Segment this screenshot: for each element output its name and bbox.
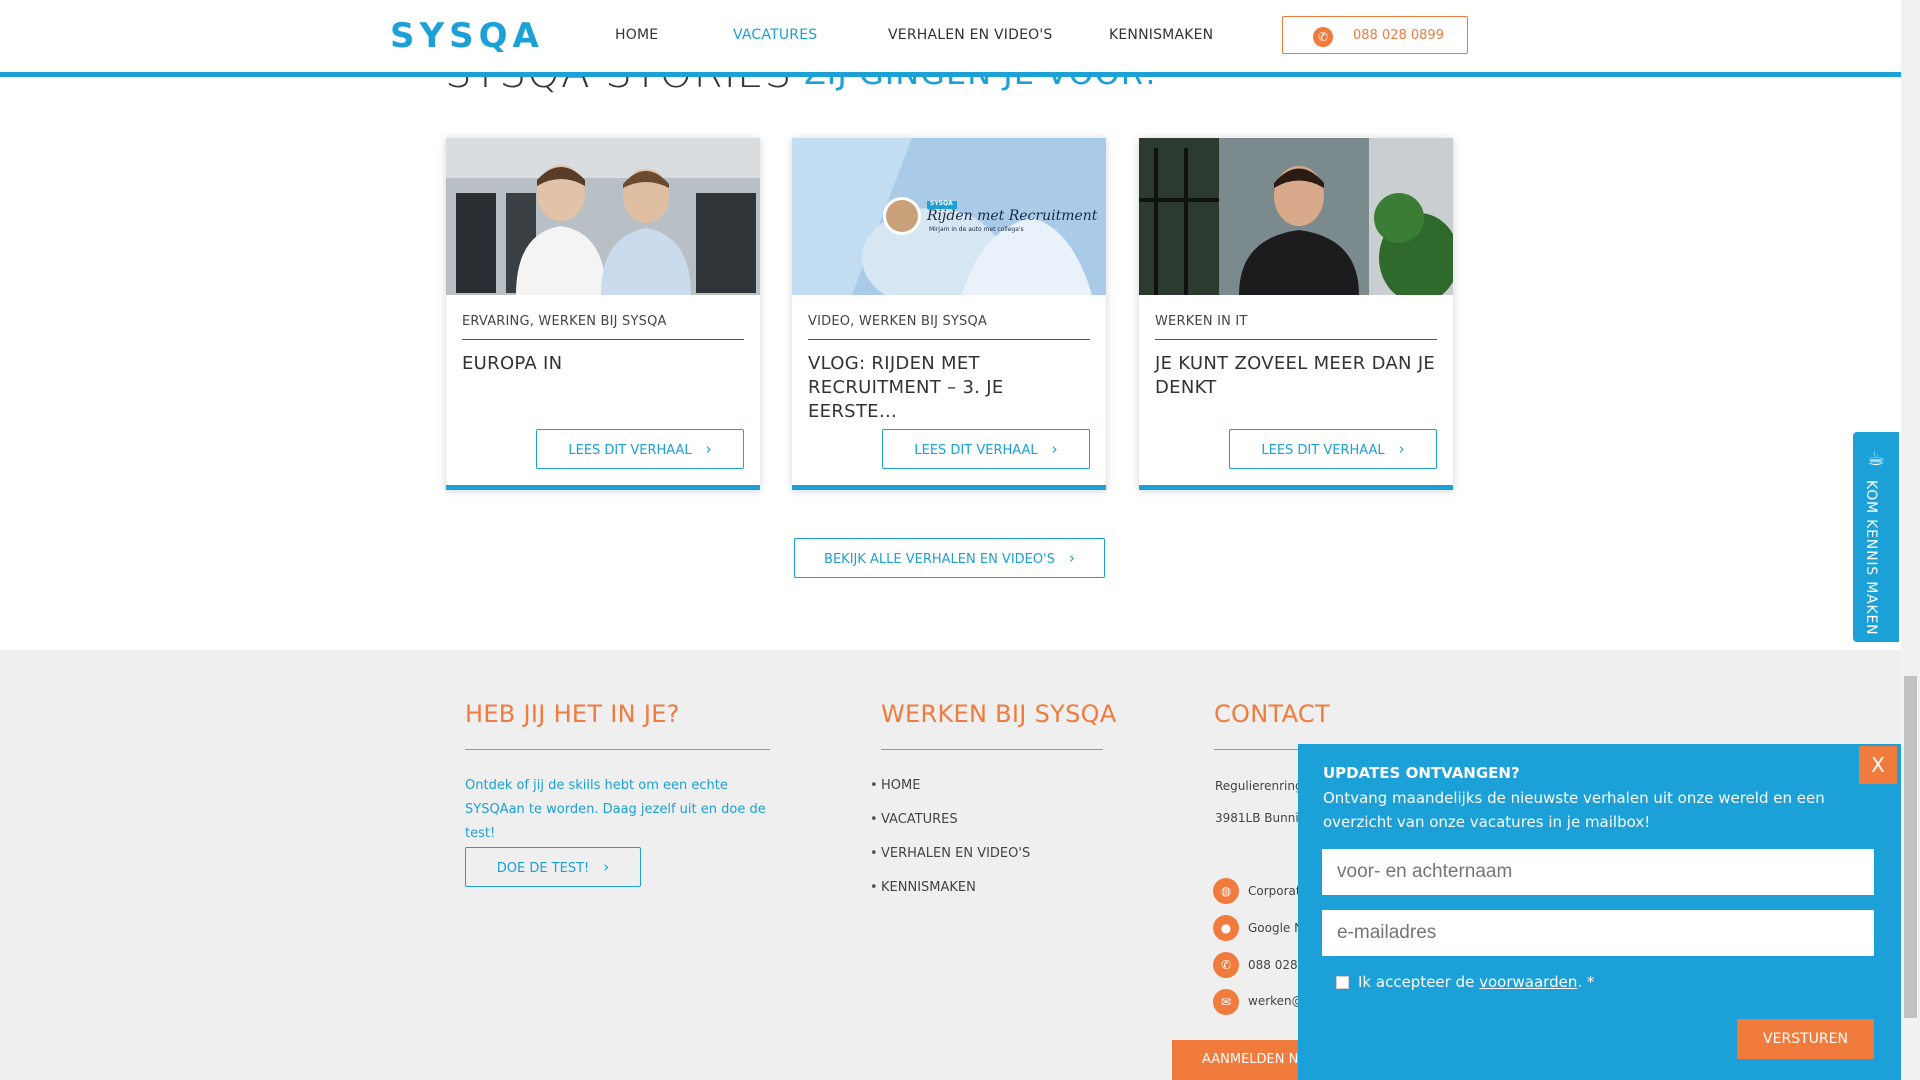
globe-icon: ◍ — [1213, 878, 1239, 904]
site-header: SYSQA HOME VACATURES VERHALEN EN VIDEO'S… — [0, 0, 1901, 77]
coffee-cup-icon: ☕ — [1867, 446, 1885, 470]
chevron-right-icon: › — [705, 440, 712, 458]
video-brand: SYSQA — [930, 200, 953, 207]
contact-phone[interactable]: 088 028 — [1248, 958, 1298, 972]
story-title[interactable]: VLOG: RIJDEN MET RECRUITMENT – 3. JE EER… — [808, 352, 1090, 424]
accept-prefix: Ik accepteer de — [1358, 973, 1480, 991]
story-video-thumbnail[interactable]: SYSQA Rijden met Recruitment Mirjam in d… — [792, 138, 1106, 295]
story-photo[interactable] — [446, 138, 760, 295]
nav-verhalen[interactable]: VERHALEN EN VIDEO'S — [888, 27, 1052, 43]
video-overlay-subtitle: Mirjam in de auto met collega's — [929, 226, 1024, 233]
kom-kennis-maken-tab[interactable]: ☕ KOM KENNIS MAKEN — [1853, 432, 1899, 642]
footer-heading-werken: WERKEN BIJ SYSQA — [881, 700, 1117, 728]
accept-suffix: . * — [1577, 973, 1595, 991]
footer-link-home[interactable]: HOME — [870, 778, 921, 793]
close-button[interactable]: X — [1859, 746, 1897, 784]
nav-vacatures[interactable]: VACATURES — [733, 27, 817, 43]
terms-link[interactable]: voorwaarden — [1479, 973, 1577, 991]
popup-title: UPDATES ONTVANGEN? — [1323, 764, 1520, 782]
contact-address-street: Regulierenring — [1215, 779, 1303, 793]
story-card: SYSQA Rijden met Recruitment Mirjam in d… — [792, 138, 1106, 490]
name-input[interactable] — [1322, 849, 1874, 895]
story-title[interactable]: EUROPA IN — [462, 352, 744, 376]
nav-kennismaken[interactable]: KENNISMAKEN — [1109, 27, 1213, 43]
newsletter-popup: X UPDATES ONTVANGEN? Ontvang maandelijks… — [1298, 744, 1901, 1080]
footer-link-vacatures[interactable]: VACATURES — [870, 812, 958, 827]
phone-button[interactable]: ✆ 088 028 0899 — [1282, 16, 1468, 54]
divider — [1155, 339, 1437, 340]
story-card: ERVARING, WERKEN BIJ SYSQA EUROPA IN LEE… — [446, 138, 760, 490]
divider — [881, 749, 1103, 750]
story-photo[interactable] — [1139, 138, 1453, 295]
story-category: VIDEO, WERKEN BIJ SYSQA — [808, 314, 988, 329]
footer-link-kennismaken[interactable]: KENNISMAKEN — [870, 880, 976, 895]
all-stories-label: BEKIJK ALLE VERHALEN EN VIDEO'S — [824, 552, 1055, 567]
footer-test-text: Ontdek of jij de skills hebt om een echt… — [465, 778, 766, 841]
divider — [465, 749, 770, 750]
divider — [808, 339, 1090, 340]
send-button[interactable]: VERSTUREN — [1737, 1019, 1874, 1059]
read-story-label: LEES DIT VERHAAL — [1261, 443, 1385, 458]
side-tab-label: KOM KENNIS MAKEN — [1863, 480, 1879, 636]
footer-heading-test: HEB JIJ HET IN JE? — [465, 700, 680, 728]
chevron-right-icon: › — [1051, 440, 1058, 458]
do-test-label: DOE DE TEST! — [496, 861, 590, 876]
all-stories-button[interactable]: BEKIJK ALLE VERHALEN EN VIDEO'S › — [794, 538, 1105, 578]
story-card: WERKEN IN IT JE KUNT ZOVEEL MEER DAN JE … — [1139, 138, 1453, 490]
divider — [462, 339, 744, 340]
phone-icon: ✆ — [1213, 952, 1239, 978]
phone-icon: ✆ — [1313, 27, 1333, 47]
video-overlay-title: Rijden met Recruitment — [927, 208, 1098, 224]
do-test-button[interactable]: DOE DE TEST! › — [465, 847, 641, 887]
chevron-right-icon: › — [1068, 549, 1075, 567]
chevron-right-icon: › — [1398, 440, 1405, 458]
footer-heading-contact: CONTACT — [1214, 700, 1330, 728]
story-category: WERKEN IN IT — [1155, 314, 1248, 329]
popup-text: Ontvang maandelijks de nieuwste verhalen… — [1323, 789, 1825, 831]
read-story-label: LEES DIT VERHAAL — [568, 443, 692, 458]
read-story-label: LEES DIT VERHAAL — [914, 443, 1038, 458]
mail-icon: ✉ — [1213, 989, 1239, 1015]
contact-address-city: 3981LB Bunnik — [1215, 811, 1306, 825]
chevron-right-icon: › — [603, 858, 610, 876]
story-category: ERVARING, WERKEN BIJ SYSQA — [462, 314, 667, 329]
contact-website[interactable]: Corporat — [1248, 884, 1301, 898]
accept-terms-label: Ik accepteer de voorwaarden. * — [1358, 973, 1594, 991]
read-story-button[interactable]: LEES DIT VERHAAL › — [882, 429, 1090, 469]
scrollbar[interactable] — [1901, 0, 1920, 1080]
phone-number: 088 028 0899 — [1353, 28, 1444, 43]
story-title[interactable]: JE KUNT ZOVEEL MEER DAN JE DENKT — [1155, 352, 1437, 400]
accept-terms-checkbox[interactable] — [1336, 976, 1349, 989]
contact-maps[interactable]: Google N — [1248, 921, 1303, 935]
map-pin-icon: ● — [1213, 915, 1239, 941]
nav-home[interactable]: HOME — [615, 27, 658, 43]
sysqa-logo[interactable]: SYSQA — [390, 16, 544, 56]
read-story-button[interactable]: LEES DIT VERHAAL › — [536, 429, 744, 469]
footer-link-verhalen[interactable]: VERHALEN EN VIDEO'S — [870, 846, 1030, 861]
scrollbar-thumb[interactable] — [1904, 676, 1917, 1018]
contact-email[interactable]: werken@ — [1248, 994, 1304, 1008]
email-input[interactable] — [1322, 910, 1874, 956]
read-story-button[interactable]: LEES DIT VERHAAL › — [1229, 429, 1437, 469]
page: SYSQA HOME VACATURES VERHALEN EN VIDEO'S… — [0, 0, 1901, 1080]
